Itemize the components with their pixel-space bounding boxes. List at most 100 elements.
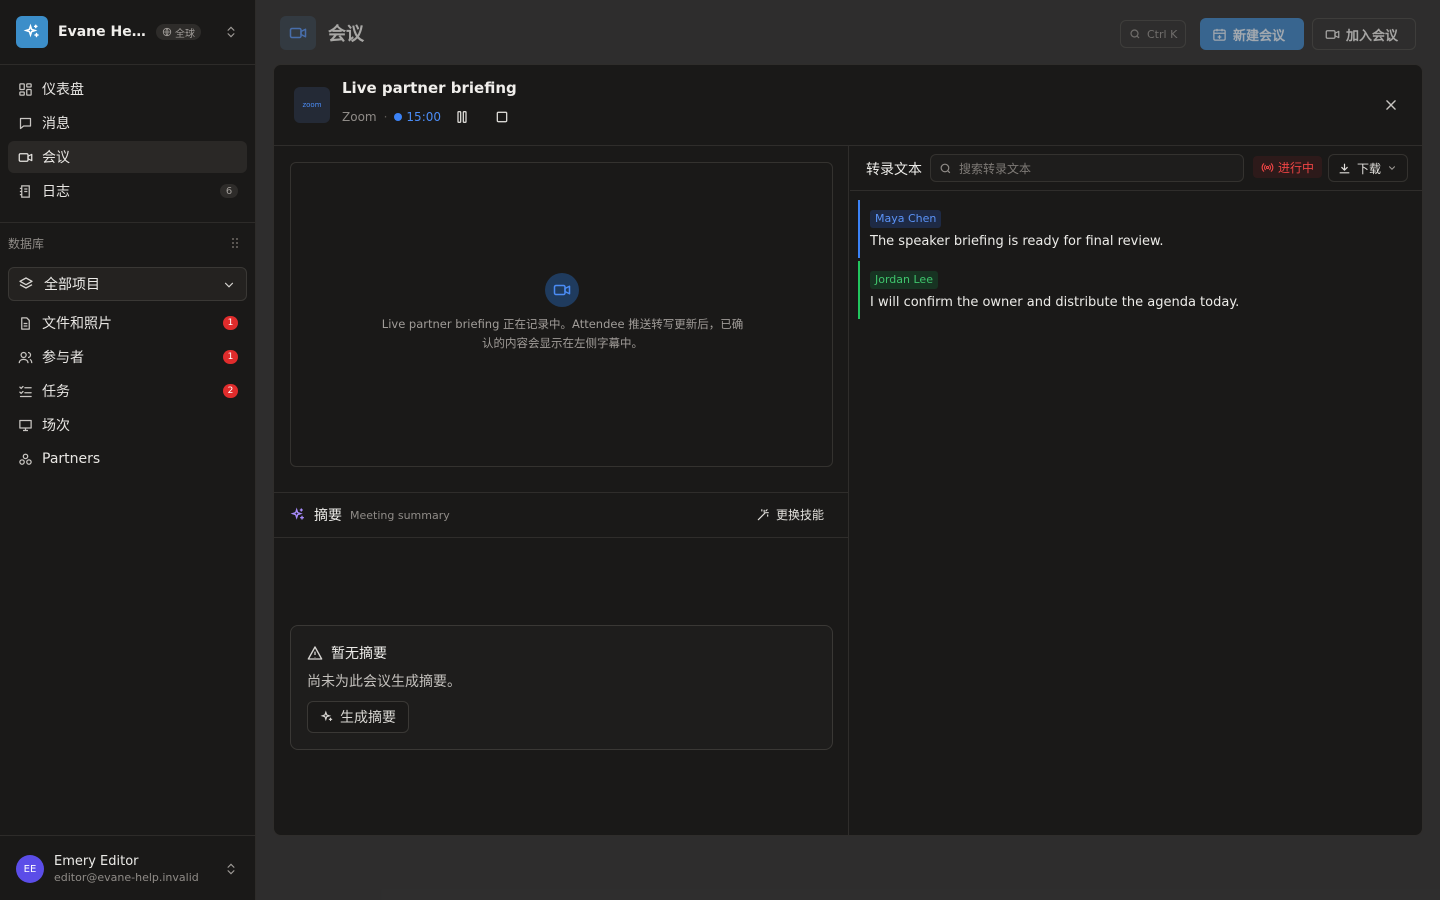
database-section-label: 数据库: [8, 237, 45, 251]
pause-icon: [457, 111, 467, 123]
chevron-up-down-icon: [227, 863, 235, 875]
speaker-tag: Jordan Lee: [870, 271, 938, 289]
divider: [0, 64, 255, 65]
db-item-sessions[interactable]: 场次: [8, 409, 247, 441]
tasks-icon: [17, 383, 33, 399]
workspace-region-badge: 全球: [156, 24, 201, 40]
user-name: Emery Editor: [54, 854, 139, 869]
nav-label: 日志: [42, 184, 70, 200]
video-status-message: Live partner briefing 正在记录中。Attendee 推送转…: [381, 317, 744, 350]
presentation-icon: [17, 417, 33, 433]
modal-header: zoom Live partner briefing Zoom · 15:00: [274, 65, 1422, 146]
db-item-label: 任务: [42, 384, 70, 400]
search-icon: [940, 163, 951, 173]
video-icon: [545, 273, 579, 307]
layers-icon: [18, 276, 34, 292]
nav-label: 会议: [42, 150, 70, 166]
participants-badge: 1: [223, 350, 238, 364]
user-email: editor@evane-help.invalid: [54, 871, 199, 884]
avatar: EE: [16, 855, 44, 883]
meeting-timer: 15:00: [406, 110, 442, 124]
magic-wand-icon: [757, 508, 769, 520]
meeting-meta: Zoom · 15:00: [342, 110, 442, 124]
close-button[interactable]: [1384, 98, 1398, 112]
log-icon: [17, 183, 33, 199]
change-skill-label: 更换技能: [775, 508, 824, 522]
project-select-value: 全部项目: [44, 277, 100, 293]
globe-icon: [162, 27, 172, 37]
db-item-participants[interactable]: 参与者 1: [8, 341, 247, 373]
nav-item-meetings[interactable]: 会议: [8, 141, 247, 173]
live-indicator: [394, 113, 403, 121]
files-badge: 1: [223, 316, 238, 330]
warning-icon: [307, 646, 323, 660]
workspace-logo-icon: [16, 16, 48, 48]
change-skill-button[interactable]: 更换技能: [756, 506, 824, 523]
pause-button[interactable]: [454, 109, 470, 125]
summary-empty-state: 暂无摘要 尚未为此会议生成摘要。 生成摘要: [290, 625, 833, 750]
transcript-search-input[interactable]: 搜索转录文本: [930, 154, 1244, 182]
db-item-files[interactable]: 文件和照片 1: [8, 307, 247, 339]
summary-subtitle: Meeting summary: [350, 508, 450, 522]
workspace-region-label: 全球: [175, 28, 195, 40]
generate-summary-button[interactable]: 生成摘要: [307, 701, 409, 733]
workspace-name: Evane Help Center: [58, 24, 150, 40]
nav-item-logs[interactable]: 日志 6: [8, 175, 247, 207]
workspace-switcher[interactable]: Evane Help Center 全球: [16, 16, 240, 48]
download-button[interactable]: 下载: [1328, 154, 1408, 182]
user-menu[interactable]: EE Emery Editor editor@evane-help.invali…: [16, 852, 240, 886]
empty-summary-description: 尚未为此会议生成摘要。: [307, 674, 461, 690]
summary-title: 摘要: [314, 508, 342, 524]
stop-icon: [496, 111, 508, 123]
nav-label: 仪表盘: [42, 82, 84, 98]
generate-summary-label: 生成摘要: [340, 710, 396, 726]
db-item-label: 参与者: [42, 350, 84, 366]
recording-status-label: 进行中: [1278, 160, 1315, 175]
utterance-text: I will confirm the owner and distribute …: [870, 295, 1240, 310]
chevron-up-down-icon: [227, 26, 235, 38]
stop-button[interactable]: [494, 109, 510, 125]
nav-item-messages[interactable]: 消息: [8, 107, 247, 139]
transcript-utterance: Jordan Lee I will confirm the owner and …: [858, 261, 1418, 319]
recording-status-badge: 进行中: [1253, 156, 1323, 178]
download-icon: [1339, 163, 1350, 173]
sparkles-icon: [290, 507, 304, 520]
transcript-title: 转录文本: [866, 162, 922, 178]
nav-item-dashboard[interactable]: 仪表盘: [8, 73, 247, 105]
db-item-tasks[interactable]: 任务 2: [8, 375, 247, 407]
partners-icon: [17, 451, 33, 467]
meeting-title: Live partner briefing: [342, 79, 517, 97]
meeting-left-column: Live partner briefing 正在记录中。Attendee 推送转…: [274, 146, 849, 835]
video-icon: [17, 149, 33, 165]
zoom-logo-icon: zoom: [294, 87, 330, 123]
summary-header: 摘要 Meeting summary 更换技能: [274, 492, 849, 538]
logs-count-badge: 6: [220, 184, 238, 198]
empty-summary-title: 暂无摘要: [331, 646, 387, 662]
sidebar: Evane Help Center 全球 仪表盘 消息 会议 日志 6 数据库 …: [0, 0, 256, 900]
meeting-modal: zoom Live partner briefing Zoom · 15:00 …: [273, 64, 1423, 836]
nav-label: 消息: [42, 116, 70, 132]
divider: [0, 222, 255, 223]
db-item-partners[interactable]: Partners: [8, 443, 247, 475]
db-item-label: Partners: [42, 451, 101, 467]
utterance-text: The speaker briefing is ready for final …: [870, 234, 1164, 249]
meeting-platform: Zoom: [342, 110, 377, 124]
transcript-search-placeholder: 搜索转录文本: [959, 161, 1032, 176]
divider: [0, 835, 255, 836]
transcript-panel: 转录文本 搜索转录文本 进行中 下载 Maya Chen The speaker…: [850, 146, 1422, 835]
db-item-label: 场次: [42, 418, 70, 434]
broadcast-icon: [1261, 162, 1274, 172]
dashboard-icon: [17, 81, 33, 97]
message-icon: [17, 115, 33, 131]
file-icon: [17, 315, 33, 331]
drag-handle-icon[interactable]: [231, 237, 239, 249]
transcript-utterance: Maya Chen The speaker briefing is ready …: [858, 200, 1418, 258]
close-icon: [1386, 100, 1396, 110]
chevron-down-icon: [224, 282, 234, 288]
download-label: 下载: [1357, 161, 1382, 176]
project-select[interactable]: 全部项目: [8, 267, 247, 301]
transcript-toolbar: 转录文本 搜索转录文本 进行中 下载: [850, 146, 1422, 191]
video-preview: Live partner briefing 正在记录中。Attendee 推送转…: [290, 162, 833, 467]
speaker-tag: Maya Chen: [870, 210, 942, 228]
chevron-down-icon: [1389, 166, 1396, 170]
